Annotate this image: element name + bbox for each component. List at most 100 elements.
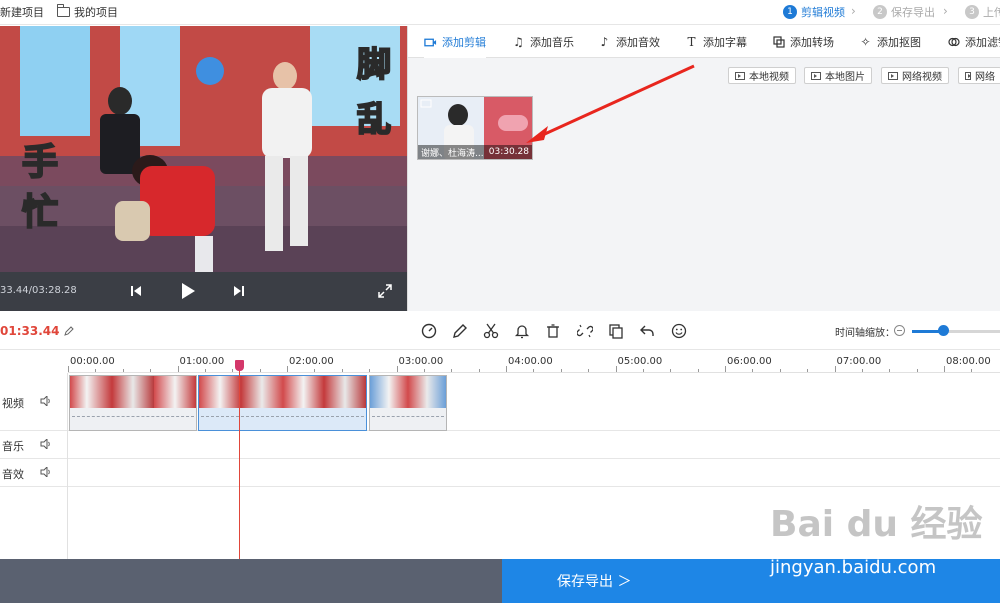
timeline-ruler[interactable]: 00:00.00 01:00.00 02:00.00 03:00.00 04:00.00… [68, 351, 1000, 373]
tab-add-music[interactable]: ♫ 添加音乐 [512, 26, 574, 58]
playhead-line [239, 361, 240, 559]
track-label-column [0, 373, 68, 559]
fullscreen-button[interactable] [375, 281, 395, 301]
media-panel: 添加剪辑 ♫ 添加音乐 ♪ 添加音效 T 添加字幕 添加转场 ✧ 添加抠图 添加… [407, 26, 1000, 311]
copy-button[interactable] [606, 321, 626, 341]
undo-button[interactable] [637, 321, 657, 341]
image-file-icon [811, 71, 821, 80]
step-label: 上传 [983, 6, 1000, 19]
video-clip[interactable] [369, 375, 447, 431]
local-video-button[interactable]: 本地视频 [728, 67, 796, 84]
ruler-minor-tick [889, 369, 891, 372]
chevron-right-icon: › [943, 4, 948, 18]
zoom-slider-handle[interactable] [938, 325, 949, 336]
tab-add-transition[interactable]: 添加转场 [772, 26, 834, 58]
clip-title: 谢娜、杜海涛... [421, 148, 484, 159]
ruler-minor-tick [122, 369, 124, 372]
top-bar: 新建项目 我的项目 1 剪辑视频 › 2 保存导出 › 3 上传 [0, 0, 1000, 25]
tab-add-cutout[interactable]: ✧ 添加抠图 [859, 26, 921, 58]
feature-tabs: 添加剪辑 ♫ 添加音乐 ♪ 添加音效 T 添加字幕 添加转场 ✧ 添加抠图 添加… [408, 26, 1000, 58]
ruler-minor-tick [807, 369, 809, 372]
speedometer-icon [421, 323, 437, 339]
ruler-minor-tick [232, 369, 234, 372]
sound-effect-icon: ♪ [600, 35, 609, 49]
tab-add-filter[interactable]: 添加滤镜 [947, 26, 1000, 58]
speed-button[interactable] [419, 321, 439, 341]
web-image-button[interactable]: 网络 [958, 67, 1000, 84]
overlay-text-right-2: 乱 [357, 100, 391, 140]
ruler-minor-tick [779, 369, 781, 372]
save-export-button[interactable]: 保存导出 ＞ [502, 559, 1000, 603]
ruler-minor-tick [451, 369, 453, 372]
next-frame-button[interactable] [229, 281, 249, 301]
delete-button[interactable] [543, 321, 563, 341]
ruler-tick [615, 366, 617, 372]
video-clip[interactable] [69, 375, 197, 431]
playhead-handle[interactable] [235, 360, 244, 371]
video-frame[interactable]: 手 忙 脚 乱 [0, 26, 407, 272]
ruler-minor-tick [150, 369, 152, 372]
media-clip-thumbnail[interactable]: 谢娜、杜海涛... 03:30.28 [417, 96, 533, 160]
playback-time: 33.44/03:28.28 [0, 285, 77, 296]
sticker-button[interactable] [669, 321, 689, 341]
ruler-tick [177, 366, 179, 372]
ruler-tick-label: 02:00.00 [289, 356, 334, 367]
video-clip-selected[interactable] [198, 375, 367, 431]
play-button[interactable] [178, 281, 198, 301]
video-preview: 手 忙 脚 乱 33.44/03:28.28 [0, 26, 407, 311]
timeline: 00:00.00 01:00.00 02:00.00 03:00.00 04:00.00… [0, 351, 1000, 559]
edit-toolbar: 01:33.44 时间轴缩放： [0, 312, 1000, 350]
step-label: 剪辑视频 [801, 6, 845, 19]
video-track: 视频 [0, 373, 1000, 431]
step-number: 1 [783, 5, 797, 19]
step-number: 3 [965, 5, 979, 19]
overlay-text-left-1: 手 [22, 142, 58, 183]
tab-label: 添加字幕 [703, 36, 747, 49]
music-note-icon: ♫ [513, 35, 524, 49]
video-file-icon [735, 71, 745, 80]
local-image-button[interactable]: 本地图片 [804, 67, 872, 84]
button-label: 本地视频 [749, 72, 789, 83]
ruler-minor-tick [916, 369, 918, 372]
tab-label: 添加转场 [790, 36, 834, 49]
split-button[interactable] [481, 321, 501, 341]
chevron-right-icon: › [851, 4, 856, 18]
my-projects-button[interactable]: 我的项目 [57, 4, 118, 20]
video-editor-app: 新建项目 我的项目 1 剪辑视频 › 2 保存导出 › 3 上传 手 忙 脚 乱… [0, 0, 1000, 603]
my-projects-label: 我的项目 [74, 6, 118, 19]
ruler-minor-tick [314, 369, 316, 372]
zoom-out-icon[interactable] [894, 325, 905, 336]
ruler-minor-tick [560, 369, 562, 372]
trash-icon [547, 324, 559, 338]
step-save-export[interactable]: 2 保存导出 [873, 3, 935, 21]
step-edit-video[interactable]: 1 剪辑视频 [783, 3, 845, 21]
tab-add-subtitle[interactable]: T 添加字幕 [685, 26, 747, 58]
edit-button[interactable] [450, 321, 470, 341]
audio-waveform [372, 416, 444, 422]
new-project-button[interactable]: 新建项目 [0, 4, 44, 20]
unlink-icon [577, 324, 593, 338]
step-label: 保存导出 [891, 6, 935, 19]
copy-icon [609, 324, 623, 339]
web-video-button[interactable]: 网络视频 [881, 67, 949, 84]
step-upload[interactable]: 3 上传 [965, 3, 1000, 21]
ruler-minor-tick [423, 369, 425, 372]
ruler-minor-tick [204, 369, 206, 372]
previous-frame-button[interactable] [126, 281, 146, 301]
pencil-icon [453, 324, 467, 338]
play-icon [182, 283, 195, 299]
edit-time-icon[interactable] [64, 326, 75, 336]
unlink-button[interactable] [575, 321, 595, 341]
ruler-minor-tick [752, 369, 754, 372]
marker-button[interactable] [512, 321, 532, 341]
ruler-tick-label: 07:00.00 [836, 356, 882, 367]
ruler-tick [944, 366, 945, 372]
folder-icon [57, 4, 70, 17]
tab-add-clip[interactable]: 添加剪辑 [424, 26, 486, 58]
clip-thumbnails [370, 376, 446, 408]
bell-icon [514, 325, 530, 339]
undo-icon [640, 325, 654, 336]
tab-label: 添加音效 [616, 36, 660, 49]
video-frame-image: 手 忙 脚 乱 [0, 26, 407, 272]
tab-add-sound-effect[interactable]: ♪ 添加音效 [598, 26, 660, 58]
